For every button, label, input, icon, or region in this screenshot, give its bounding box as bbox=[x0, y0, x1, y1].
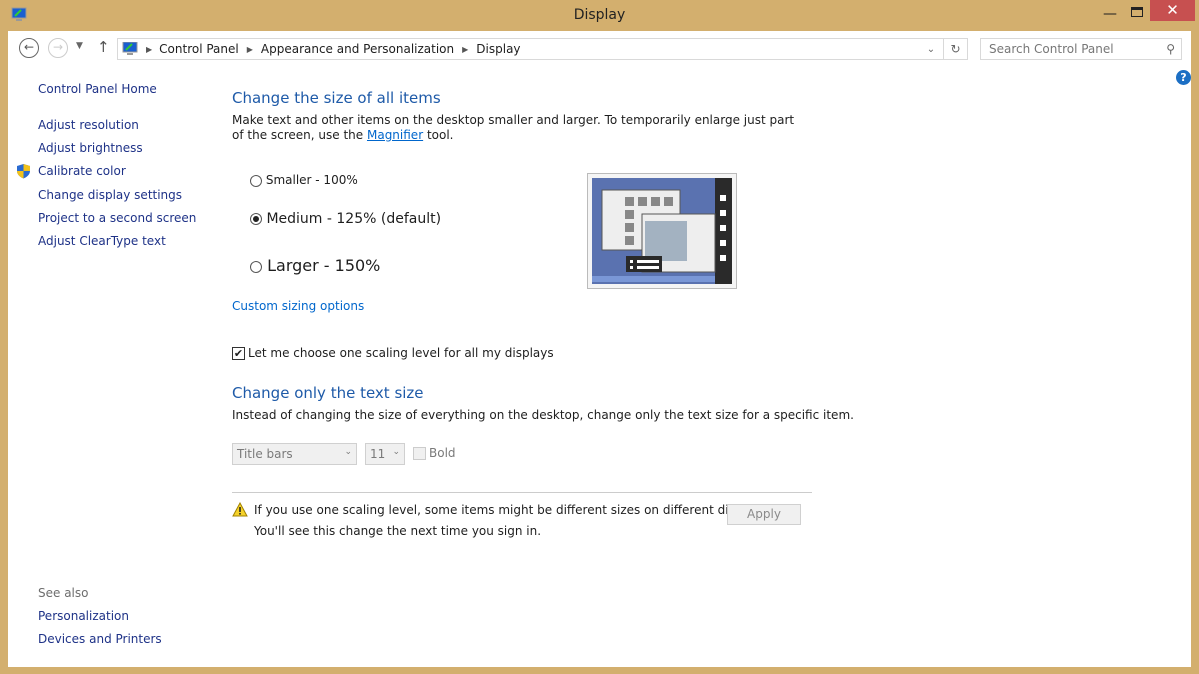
refresh-icon[interactable]: ↻ bbox=[943, 39, 967, 59]
size-select-value: 11 bbox=[370, 447, 386, 461]
size-description: Make text and other items on the desktop… bbox=[232, 113, 802, 143]
forward-button[interactable]: → bbox=[48, 38, 68, 58]
radio-smaller[interactable]: Smaller - 100% bbox=[250, 173, 358, 187]
breadcrumb-appearance[interactable]: Appearance and Personalization bbox=[261, 42, 454, 56]
breadcrumb-display[interactable]: Display bbox=[476, 42, 520, 56]
text-size-description: Instead of changing the size of everythi… bbox=[232, 408, 854, 422]
see-also-personalization[interactable]: Personalization bbox=[38, 609, 129, 623]
checkbox-unchecked[interactable] bbox=[413, 446, 426, 460]
radio-button[interactable] bbox=[250, 174, 262, 187]
sidebar-item-adjust-resolution[interactable]: Adjust resolution bbox=[38, 118, 139, 132]
checkbox-label: Let me choose one scaling level for all … bbox=[248, 346, 554, 360]
radio-label: Medium - 125% (default) bbox=[266, 211, 442, 227]
scaling-preview-image bbox=[587, 173, 737, 289]
search-input[interactable]: Search Control Panel ⚲ bbox=[980, 38, 1182, 60]
shield-icon bbox=[17, 164, 30, 179]
radio-button[interactable] bbox=[250, 260, 262, 273]
up-button[interactable]: ↑ bbox=[97, 38, 110, 56]
help-icon[interactable]: ? bbox=[1176, 70, 1191, 85]
radio-medium[interactable]: Medium - 125% (default) bbox=[250, 211, 441, 227]
address-dropdown-icon[interactable]: ⌄ bbox=[919, 44, 943, 55]
item-select-value: Title bars bbox=[237, 447, 293, 461]
breadcrumb-control-panel[interactable]: Control Panel bbox=[159, 42, 239, 56]
recent-pages-dropdown[interactable]: ▼ bbox=[76, 41, 83, 51]
heading-text-size: Change only the text size bbox=[232, 384, 424, 402]
radio-button[interactable] bbox=[250, 213, 262, 225]
bold-label: Bold bbox=[429, 446, 456, 460]
control-panel-icon bbox=[122, 42, 138, 55]
sidebar-item-adjust-brightness[interactable]: Adjust brightness bbox=[38, 141, 143, 155]
radio-larger[interactable]: Larger - 150% bbox=[250, 256, 380, 275]
desc-text: tool. bbox=[423, 128, 454, 142]
one-scaling-checkbox[interactable]: ✔ Let me choose one scaling level for al… bbox=[232, 346, 554, 360]
warning-icon bbox=[232, 502, 248, 517]
back-button[interactable]: ← bbox=[19, 38, 39, 58]
breadcrumb-separator: ▶ bbox=[246, 44, 253, 54]
warning-text-2: You'll see this change the next time you… bbox=[254, 524, 542, 538]
chevron-down-icon: ⌄ bbox=[392, 447, 400, 457]
size-select[interactable]: 11 ⌄ bbox=[365, 443, 405, 465]
chevron-down-icon: ⌄ bbox=[344, 447, 352, 457]
desc-text: Make text and other items on the desktop… bbox=[232, 113, 795, 142]
sidebar-item-cleartype[interactable]: Adjust ClearType text bbox=[38, 234, 166, 248]
window-client: ← → ▼ ↑ ▶ Control Panel ▶ Appearance and… bbox=[8, 31, 1191, 667]
radio-label: Smaller - 100% bbox=[265, 173, 358, 187]
item-select[interactable]: Title bars ⌄ bbox=[232, 443, 357, 465]
see-also-label: See also bbox=[38, 586, 89, 600]
sidebar-item-change-display-settings[interactable]: Change display settings bbox=[38, 188, 182, 202]
sidebar-control-panel-home[interactable]: Control Panel Home bbox=[38, 82, 157, 96]
custom-sizing-link[interactable]: Custom sizing options bbox=[232, 299, 364, 313]
warning-text-1: If you use one scaling level, some items… bbox=[254, 503, 771, 517]
bold-checkbox[interactable]: Bold bbox=[413, 446, 456, 460]
see-also-devices-printers[interactable]: Devices and Printers bbox=[38, 632, 162, 646]
checkbox-checked[interactable]: ✔ bbox=[232, 346, 245, 360]
search-icon: ⚲ bbox=[1166, 42, 1175, 56]
breadcrumb-separator: ▶ bbox=[146, 44, 153, 54]
title-bar: Display — ✕ bbox=[0, 0, 1199, 31]
close-button[interactable]: ✕ bbox=[1150, 0, 1195, 21]
sidebar-item-project[interactable]: Project to a second screen bbox=[38, 211, 196, 225]
radio-label: Larger - 150% bbox=[267, 256, 381, 275]
magnifier-link[interactable]: Magnifier bbox=[367, 128, 423, 142]
heading-change-size: Change the size of all items bbox=[232, 89, 441, 107]
window-title: Display bbox=[573, 7, 626, 23]
maximize-button[interactable] bbox=[1131, 7, 1143, 17]
apply-button[interactable]: Apply bbox=[727, 504, 801, 525]
breadcrumb-separator: ▶ bbox=[462, 44, 469, 54]
search-placeholder: Search Control Panel bbox=[989, 42, 1114, 56]
divider bbox=[232, 492, 812, 493]
sidebar-item-calibrate-color[interactable]: Calibrate color bbox=[38, 164, 126, 178]
address-bar[interactable]: ▶ Control Panel ▶ Appearance and Persona… bbox=[117, 38, 968, 60]
minimize-button[interactable]: — bbox=[1100, 6, 1120, 22]
